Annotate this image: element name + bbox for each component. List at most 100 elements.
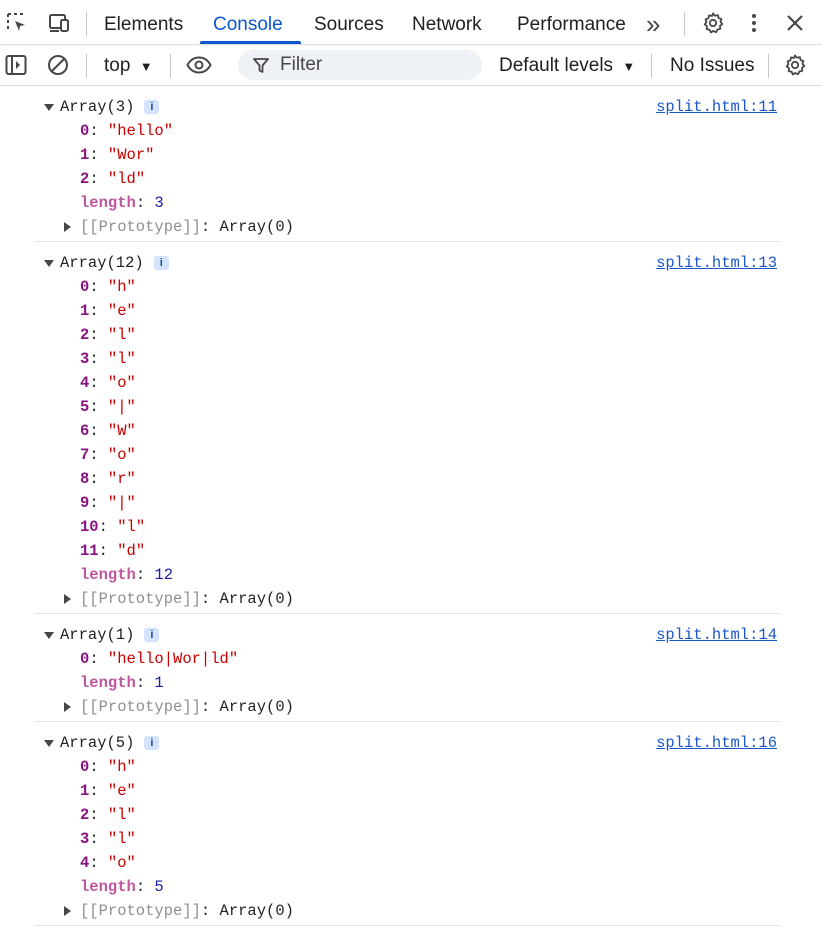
colon: : [89,470,108,488]
source-link[interactable]: split.html:16 [656,731,777,755]
prototype-row[interactable]: [[Prototype]]: Array(0) [34,899,780,923]
array-summary: Array(3) [60,98,135,116]
log-header[interactable]: Array(12) i split.html:13 [34,251,780,275]
prototype-value: Array(0) [219,698,294,716]
info-icon[interactable]: i [144,628,160,642]
sidebar-toggle-icon[interactable] [3,52,29,78]
property-key: 4 [80,374,90,392]
property-value: "ld" [107,170,146,188]
info-icon[interactable]: i [144,100,160,114]
colon: : [135,674,155,692]
property-row: 8: "r" [34,467,780,491]
property-value: 12 [154,566,174,584]
issues-button[interactable]: No Issues [670,45,754,87]
tab-console[interactable]: Console [213,0,283,44]
more-tabs-icon[interactable]: » [646,0,660,44]
divider [86,54,87,78]
property-row: 10: "l" [34,515,780,539]
inspect-element-icon[interactable] [4,10,30,36]
expand-triangle-icon[interactable] [44,740,54,747]
property-key: 7 [80,446,90,464]
info-icon[interactable]: i [153,256,169,270]
tab-performance[interactable]: Performance [517,0,626,44]
array-summary: Array(5) [60,734,135,752]
property-value: "l" [107,830,136,848]
log-header[interactable]: Array(3) i split.html:11 [34,95,780,119]
prototype-key: [[Prototype]] [80,590,201,608]
property-row: 2: "ld" [34,167,780,191]
source-link[interactable]: split.html:11 [656,95,777,119]
console-settings-gear-icon[interactable] [782,52,808,78]
close-icon[interactable] [782,10,808,36]
settings-gear-icon[interactable] [700,10,726,36]
array-summary: Array(12) [60,254,144,272]
property-value: "hello|Wor|ld" [107,650,239,668]
chevron-down-icon: ▼ [622,59,636,74]
log-group: Array(12) i split.html:13 0: "h" 1: "e" 2: "l… [34,242,780,614]
info-icon[interactable]: i [144,736,160,750]
log-header[interactable]: Array(1) i split.html:14 [34,623,780,647]
live-expression-eye-icon[interactable] [186,52,212,78]
property-row: length: 3 [34,191,780,215]
context-selector[interactable]: top ▼ [104,45,153,88]
property-value: "o" [107,446,136,464]
property-row: 7: "o" [34,443,780,467]
device-toolbar-icon[interactable] [46,10,72,36]
property-value: "d" [117,542,146,560]
prototype-row[interactable]: [[Prototype]]: Array(0) [34,695,780,719]
property-value: "|" [107,494,136,512]
prototype-value: Array(0) [219,902,294,920]
expand-triangle-icon[interactable] [44,632,54,639]
active-tab-indicator [200,41,301,44]
more-options-icon[interactable] [741,10,767,36]
property-key: 9 [80,494,90,512]
property-value: "h" [107,278,136,296]
colon: : [135,194,155,212]
expand-triangle-icon[interactable] [44,104,54,111]
property-value: "h" [107,758,136,776]
colon: : [89,650,108,668]
property-row: 4: "o" [34,371,780,395]
property-key: 2 [80,806,90,824]
log-levels-label: Default levels [499,55,614,76]
colon: : [89,758,108,776]
colon: : [89,170,108,188]
collapsed-triangle-icon[interactable] [64,702,71,712]
colon: : [89,398,108,416]
property-value: "l" [117,518,146,536]
property-value: "|" [107,398,136,416]
colon: : [89,326,108,344]
property-value: "o" [107,374,136,392]
property-row: 2: "l" [34,803,780,827]
collapsed-triangle-icon[interactable] [64,594,71,604]
property-key: 5 [80,398,90,416]
tab-sources[interactable]: Sources [314,0,384,44]
divider [768,54,769,78]
tab-elements[interactable]: Elements [104,0,183,44]
clear-console-icon[interactable] [45,52,71,78]
source-link[interactable]: split.html:13 [656,251,777,275]
property-key: 3 [80,830,90,848]
collapsed-triangle-icon[interactable] [64,222,71,232]
property-key: 4 [80,854,90,872]
colon: : [89,806,108,824]
collapsed-triangle-icon[interactable] [64,906,71,916]
colon: : [89,278,108,296]
colon: : [98,518,118,536]
property-value: "r" [107,470,136,488]
log-header[interactable]: Array(5) i split.html:16 [34,731,780,755]
expand-triangle-icon[interactable] [44,260,54,267]
property-value: "o" [107,854,136,872]
prototype-row[interactable]: [[Prototype]]: Array(0) [34,587,780,611]
tab-network[interactable]: Network [412,0,482,44]
filter-input[interactable]: Filter [238,50,482,80]
colon: : [200,218,220,236]
property-key: 10 [80,518,99,536]
log-levels-dropdown[interactable]: Default levels ▼ [499,45,635,88]
property-key: length [80,674,136,692]
property-value: 3 [154,194,164,212]
prototype-row[interactable]: [[Prototype]]: Array(0) [34,215,780,239]
property-key: 0 [80,122,90,140]
source-link[interactable]: split.html:14 [656,623,777,647]
property-row: 3: "l" [34,347,780,371]
